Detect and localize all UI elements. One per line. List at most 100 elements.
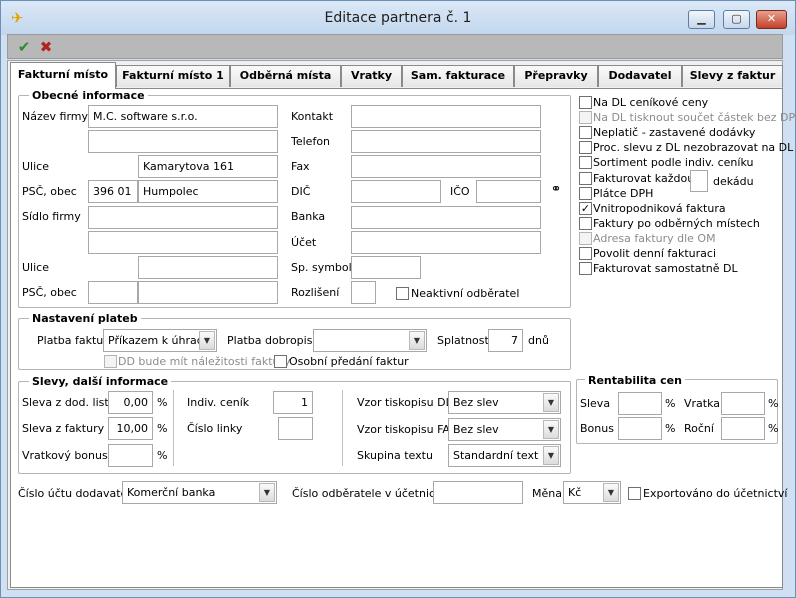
platba-dobropisu-select[interactable]: ▼ [313,329,427,352]
ico-field[interactable] [476,180,541,203]
titlebar[interactable]: ✈ Editace partnera č. 1 ▁ ▢ ✕ [1,1,795,35]
platba-faktur-select[interactable]: Příkazem k úhradě ▼ [103,329,217,352]
banka-field[interactable] [351,206,541,229]
option-checkbox[interactable] [579,262,592,275]
ucet-field[interactable] [351,231,541,254]
ulice-field[interactable]: Kamarytova 161 [138,155,278,178]
option-checkbox[interactable] [579,111,592,124]
indiv-cenik-field[interactable]: 1 [273,391,313,414]
rent-sleva-field[interactable] [618,392,662,415]
rent-rocni-field[interactable] [721,417,765,440]
sidlo-field-2[interactable] [88,231,278,254]
rozliseni-field[interactable] [351,281,376,304]
exportovano-checkbox[interactable] [628,487,641,500]
window-title: Editace partnera č. 1 [324,10,472,26]
fax-field[interactable] [351,155,541,178]
tab-odberna-mista[interactable]: Odběrná místa [230,65,341,87]
tab-dodavatel[interactable]: Dodavatel [598,65,682,87]
chevron-down-icon[interactable]: ▼ [543,420,559,439]
rent-vratka-field[interactable] [721,392,765,415]
rent-rocni-pct: % [768,422,779,435]
obec2-field[interactable] [138,281,278,304]
tab-prepravky[interactable]: Přepravky [514,65,598,87]
osobni-checkbox[interactable] [274,355,287,368]
osobni-label: Osobní předání faktur [289,355,409,368]
rent-vratka-label: Vratka [684,397,721,410]
nazev-field-2[interactable] [88,130,278,153]
sleva-fak-field[interactable]: 10,00 [108,417,153,440]
option-checkbox[interactable] [579,156,592,169]
option-checkbox[interactable] [579,172,592,185]
sleva-dod-pct: % [157,396,168,409]
option-label: Sortiment podle indiv. ceníku [593,156,754,169]
telefon-field[interactable] [351,130,541,153]
spsymbol-field[interactable] [351,256,421,279]
minimize-button[interactable]: ▁ [688,10,715,29]
platba-faktur-value: Příkazem k úhradě [108,334,211,347]
option-checkbox[interactable] [579,247,592,260]
option-checkbox[interactable] [579,141,592,154]
mena-select[interactable]: Kč ▼ [563,481,621,504]
psc2-field[interactable] [88,281,138,304]
nazev-label: Název firmy [22,110,88,123]
dnu-label: dnů [528,334,549,347]
vzor-dl-label: Vzor tiskopisu DL [357,396,452,409]
psc-field[interactable]: 396 01 [88,180,138,203]
chevron-down-icon[interactable]: ▼ [543,446,559,465]
sidlo-field[interactable] [88,206,278,229]
chevron-down-icon[interactable]: ▼ [409,331,425,350]
option-checkbox[interactable] [579,96,592,109]
rent-sleva-pct: % [665,397,676,410]
close-button[interactable]: ✕ [756,10,787,29]
ucet-label: Účet [291,236,317,249]
option-label: Neplatič - zastavené dodávky [593,126,756,139]
chevron-down-icon[interactable]: ▼ [603,483,619,502]
exportovano-label: Exportováno do účetnictví [643,487,788,500]
ulice2-field[interactable] [138,256,278,279]
rentabilita-legend: Rentabilita cen [585,374,685,387]
sleva-dod-field[interactable]: 0,00 [108,391,153,414]
obec-field[interactable]: Humpolec [138,180,278,203]
tab-fakturni-misto-1[interactable]: Fakturní místo 1 [116,65,230,87]
chevron-down-icon[interactable]: ▼ [199,331,215,350]
dd-checkbox[interactable] [104,355,117,368]
vzor-dl-select[interactable]: Bez slev ▼ [448,391,561,414]
dic-field[interactable] [351,180,441,203]
splatnost-field[interactable]: 7 [488,329,523,352]
dic-label: DIČ [291,185,311,198]
option-checkbox[interactable] [579,126,592,139]
tab-sam-fakturace[interactable]: Sam. fakturace [402,65,514,87]
vzor-dl-value: Bez slev [453,396,499,409]
option-checkbox[interactable] [579,232,592,245]
kontakt-field[interactable] [351,105,541,128]
tab-slevy-z-faktur[interactable]: Slevy z faktur [682,65,783,87]
chevron-down-icon[interactable]: ▼ [259,483,275,502]
confirm-check-icon[interactable]: ✔ [15,38,33,56]
maximize-button[interactable]: ▢ [723,10,750,29]
rent-bonus-field[interactable] [618,417,662,440]
skupina-select[interactable]: Standardní text ▼ [448,444,561,467]
rozliseni-label: Rozlišení [291,286,340,299]
nazev-field[interactable]: M.C. software s.r.o. [88,105,278,128]
vratkovy-field[interactable] [108,444,153,467]
vzor-fa-select[interactable]: Bez slev ▼ [448,418,561,441]
toolbar: ✔ ✖ [7,34,783,59]
option-label: Fakturovat samostatně DL [593,262,738,275]
option-checkbox[interactable] [579,187,592,200]
option-checkbox[interactable] [579,217,592,230]
cancel-x-icon[interactable]: ✖ [37,38,55,56]
option-label: Povolit denní fakturaci [593,247,717,260]
spsymbol-label: Sp. symbol [291,261,352,274]
cislo-odberatele-field[interactable] [433,481,523,504]
binoculars-search-icon[interactable]: ⚭ [545,182,567,200]
tab-vratky[interactable]: Vratky [341,65,402,87]
cislo-linky-label: Číslo linky [187,422,243,435]
ucet-dodavatele-select[interactable]: Komerční banka ▼ [122,481,277,504]
ulice-label: Ulice [22,160,49,173]
neaktivni-checkbox[interactable] [396,287,409,300]
dekada-field[interactable] [690,170,708,192]
tab-fakturni-misto[interactable]: Fakturní místo [10,62,116,89]
cislo-linky-field[interactable] [278,417,313,440]
option-checkbox[interactable]: ✓ [579,202,592,215]
chevron-down-icon[interactable]: ▼ [543,393,559,412]
